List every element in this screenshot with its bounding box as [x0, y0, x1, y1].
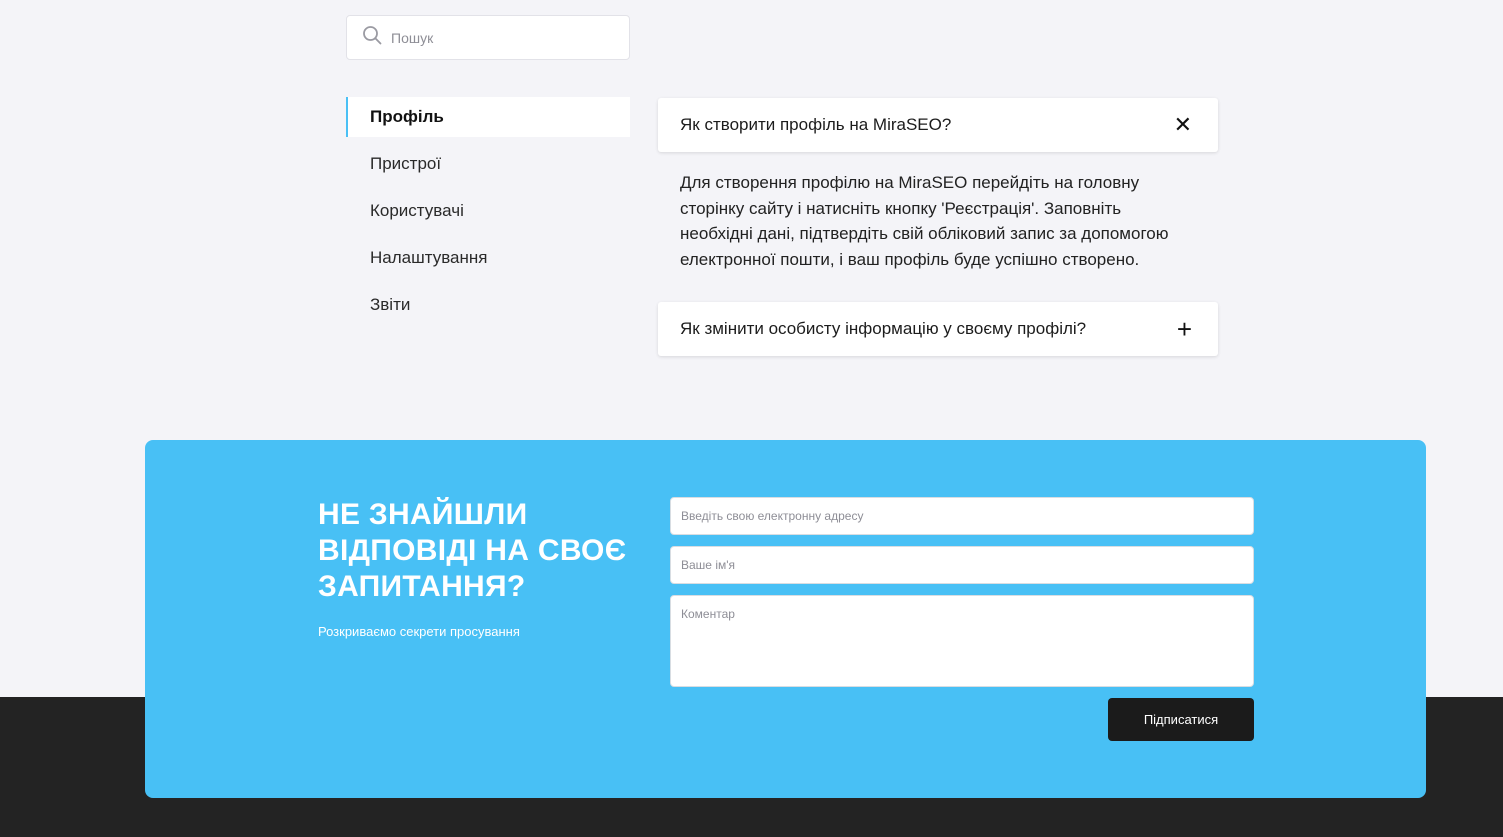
faq-category-nav: Профіль Пристрої Користувачі Налаштуванн…	[346, 97, 630, 332]
comment-field[interactable]	[670, 595, 1254, 687]
faq-question: Як змінити особисту інформацію у своєму …	[680, 319, 1087, 338]
close-icon[interactable]: ✕	[1174, 114, 1192, 136]
cta-title: НЕ ЗНАЙШЛИ ВІДПОВІДІ НА СВОЄ ЗАПИТАННЯ?	[318, 498, 627, 603]
sidebar-item-settings[interactable]: Налаштування	[346, 238, 630, 278]
plus-icon[interactable]: +	[1177, 316, 1192, 342]
sidebar-item-profile[interactable]: Профіль	[346, 97, 630, 137]
faq-item: Як змінити особисту інформацію у своєму …	[658, 302, 1218, 356]
faq-item: Як створити профіль на MiraSEO? ✕ Для ст…	[658, 98, 1218, 302]
search-box[interactable]	[346, 15, 630, 60]
name-field[interactable]	[670, 546, 1254, 584]
sidebar-item-devices[interactable]: Пристрої	[346, 144, 630, 184]
sidebar-item-reports[interactable]: Звіти	[346, 285, 630, 325]
search-input[interactable]	[391, 29, 621, 46]
search-icon	[362, 25, 382, 50]
faq-question: Як створити профіль на MiraSEO?	[680, 115, 952, 134]
faq-answer: Для створення профілю на MiraSEO перейді…	[680, 173, 1169, 269]
faq-accordion: Як створити профіль на MiraSEO? ✕ Для ст…	[658, 98, 1218, 356]
contact-form-section: НЕ ЗНАЙШЛИ ВІДПОВІДІ НА СВОЄ ЗАПИТАННЯ? …	[145, 440, 1426, 798]
faq-question-toggle[interactable]: Як створити профіль на MiraSEO? ✕	[658, 98, 1218, 152]
subscribe-button[interactable]: Підписатися	[1108, 698, 1254, 741]
email-field[interactable]	[670, 497, 1254, 535]
faq-question-toggle[interactable]: Як змінити особисту інформацію у своєму …	[658, 302, 1218, 356]
cta-subtitle: Розкриваємо секрети просування	[318, 624, 520, 639]
sidebar-item-users[interactable]: Користувачі	[346, 191, 630, 231]
